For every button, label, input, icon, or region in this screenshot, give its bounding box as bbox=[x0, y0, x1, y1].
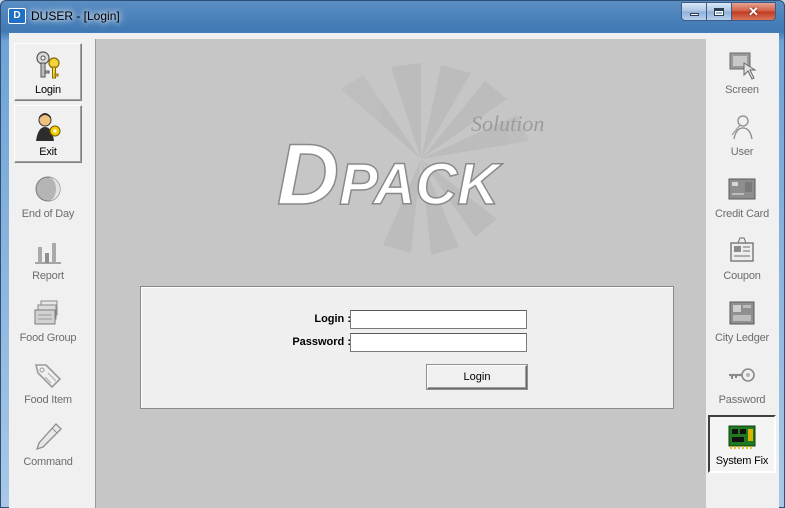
folders-icon bbox=[31, 297, 65, 329]
client-area: Login Exit End of Day Report Food Group … bbox=[9, 33, 779, 508]
user-sketch-icon bbox=[725, 111, 759, 143]
coupon-toolbar-button[interactable]: Coupon bbox=[708, 229, 776, 287]
coupon-toolbar-label: Coupon bbox=[723, 270, 761, 282]
circuit-board-icon bbox=[725, 420, 759, 452]
food-item-toolbar-button[interactable]: Food Item bbox=[14, 353, 82, 411]
dpack-logo: Solution DPACK bbox=[276, 63, 544, 255]
credit-card-icon bbox=[725, 173, 759, 205]
login-input[interactable] bbox=[350, 310, 527, 329]
report-toolbar-label: Report bbox=[32, 270, 64, 282]
credit-card-toolbar-label: Credit Card bbox=[714, 208, 770, 220]
password-field-row: Password : bbox=[141, 333, 673, 353]
left-toolbar: Login Exit End of Day Report Food Group … bbox=[12, 39, 84, 508]
end-of-day-toolbar-button[interactable]: End of Day bbox=[14, 167, 82, 225]
login-field-row: Login : bbox=[141, 310, 673, 330]
maximize-button[interactable] bbox=[707, 2, 732, 21]
password-toolbar-button[interactable]: Password bbox=[708, 353, 776, 411]
password-toolbar-label: Password bbox=[718, 394, 766, 406]
food-item-toolbar-label: Food Item bbox=[24, 394, 72, 406]
user-toolbar-button[interactable]: User bbox=[708, 105, 776, 163]
main-panel: Solution DPACK Login : Password : Login bbox=[95, 39, 709, 508]
screen-hand-icon bbox=[725, 49, 759, 81]
city-ledger-toolbar-button[interactable]: City Ledger bbox=[708, 291, 776, 349]
caption-buttons: ✕ bbox=[681, 2, 776, 21]
login-toolbar-label: Login bbox=[35, 84, 61, 96]
user-toolbar-label: User bbox=[730, 146, 754, 158]
password-label: Password : bbox=[292, 336, 351, 348]
exit-toolbar-label: Exit bbox=[39, 146, 57, 158]
login-submit-button[interactable]: Login bbox=[427, 365, 527, 389]
title-bar[interactable]: D DUSER - [Login] ✕ bbox=[1, 1, 784, 33]
maximize-icon bbox=[714, 7, 724, 16]
minimize-button[interactable] bbox=[681, 2, 707, 21]
close-button[interactable]: ✕ bbox=[732, 2, 776, 21]
screen-toolbar-label: Screen bbox=[725, 84, 759, 96]
food-group-toolbar-button[interactable]: Food Group bbox=[14, 291, 82, 349]
end-of-day-toolbar-label: End of Day bbox=[21, 208, 75, 220]
credit-card-toolbar-button[interactable]: Credit Card bbox=[708, 167, 776, 225]
right-toolbar: Screen User Credit Card Coupon City Ledg… bbox=[706, 39, 778, 508]
command-toolbar-label: Command bbox=[23, 456, 73, 468]
command-toolbar-button[interactable]: Command bbox=[14, 415, 82, 473]
tag-icon bbox=[31, 359, 65, 391]
app-window: D DUSER - [Login] ✕ Login Exit End of Da… bbox=[0, 0, 785, 508]
person-key-icon bbox=[31, 111, 65, 143]
logo-script-text: Solution bbox=[471, 111, 544, 136]
minimize-icon bbox=[689, 13, 699, 16]
close-icon: ✕ bbox=[748, 4, 759, 19]
login-toolbar-button[interactable]: Login bbox=[14, 43, 82, 101]
window-title: DUSER - [Login] bbox=[31, 9, 120, 23]
moon-icon bbox=[31, 173, 65, 205]
exit-toolbar-button[interactable]: Exit bbox=[14, 105, 82, 163]
food-group-toolbar-label: Food Group bbox=[19, 332, 77, 344]
key-icon bbox=[725, 359, 759, 391]
city-ledger-toolbar-label: City Ledger bbox=[714, 332, 770, 344]
login-label: Login : bbox=[314, 313, 351, 325]
app-icon[interactable]: D bbox=[8, 8, 26, 24]
bar-chart-icon bbox=[31, 235, 65, 267]
password-input[interactable] bbox=[350, 333, 527, 352]
report-toolbar-button[interactable]: Report bbox=[14, 229, 82, 287]
coupon-icon bbox=[725, 235, 759, 267]
system-fix-toolbar-label: System Fix bbox=[715, 455, 769, 467]
pencil-icon bbox=[31, 421, 65, 453]
login-form-panel: Login : Password : Login bbox=[140, 286, 674, 409]
city-ledger-icon bbox=[725, 297, 759, 329]
screen-toolbar-button[interactable]: Screen bbox=[708, 43, 776, 101]
system-fix-toolbar-button[interactable]: System Fix bbox=[708, 415, 776, 473]
keys-icon bbox=[31, 49, 65, 81]
